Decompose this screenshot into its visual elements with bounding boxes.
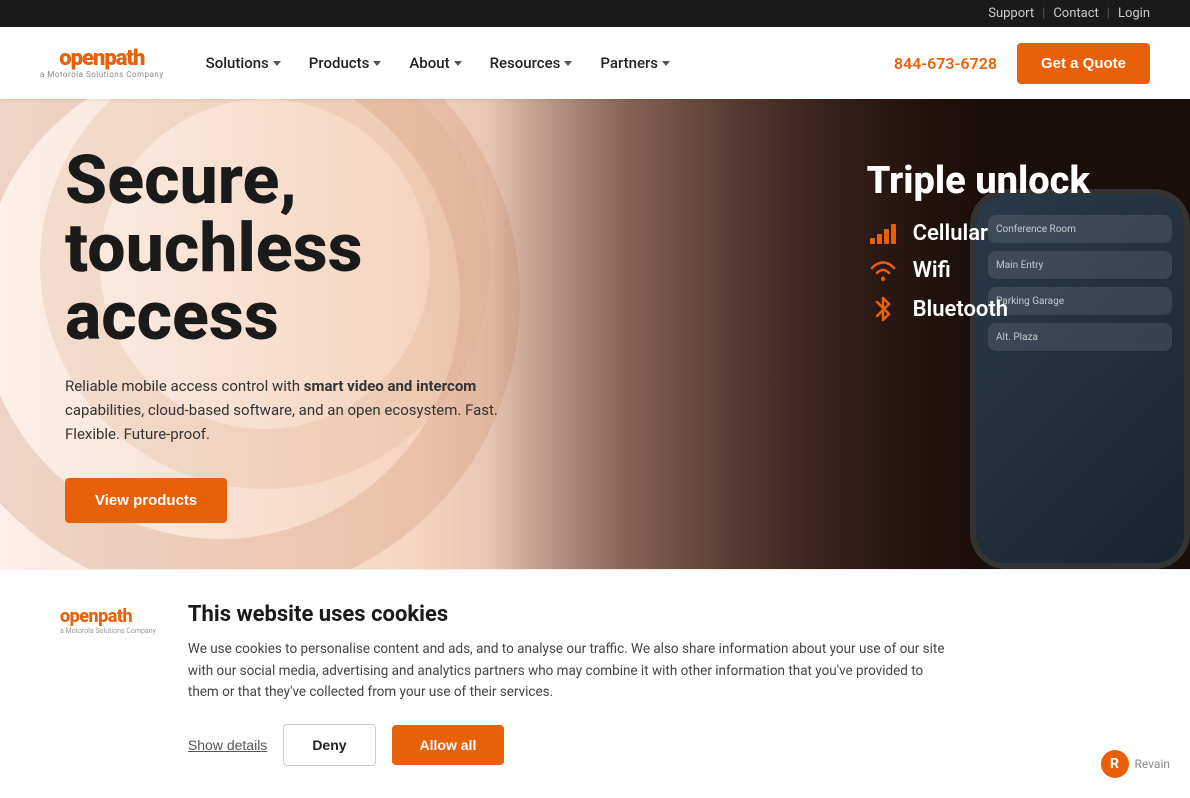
products-chevron-icon <box>373 61 381 66</box>
show-details-button[interactable]: Show details <box>188 737 267 753</box>
wifi-icon <box>867 260 899 282</box>
separator-2: | <box>1107 6 1110 21</box>
nav-right: 844-673-6728 Get a Quote <box>894 43 1150 84</box>
logo[interactable]: openpath a Motorola Solutions Company <box>40 48 164 79</box>
hero-section: Secure, touchless access Reliable mobile… <box>0 99 1190 569</box>
bluetooth-label: Bluetooth <box>913 297 1009 322</box>
logo-tagline: a Motorola Solutions Company <box>40 70 164 79</box>
unlock-wifi: Wifi <box>867 258 1090 283</box>
about-chevron-icon <box>454 61 462 66</box>
revain-icon: R <box>1101 750 1129 778</box>
triple-unlock: Triple unlock Cellular <box>867 159 1090 335</box>
cookie-banner: openpath a Motorola Solutions Company Th… <box>0 569 1190 798</box>
separator-1: | <box>1042 6 1045 21</box>
get-quote-button[interactable]: Get a Quote <box>1017 43 1150 84</box>
hero-subtitle: Reliable mobile access control with smar… <box>65 374 500 446</box>
cookie-logo-text: openpath <box>60 606 132 627</box>
unlock-cellular: Cellular <box>867 221 1090 246</box>
cookie-actions: Show details Deny Allow all <box>188 724 1130 766</box>
contact-link[interactable]: Contact <box>1053 6 1098 21</box>
wifi-label: Wifi <box>913 258 951 283</box>
cellular-icon <box>867 224 899 244</box>
hero-title: Secure, touchless access <box>65 146 500 350</box>
cookie-logo-sub: a Motorola Solutions Company <box>60 627 156 635</box>
triple-unlock-title: Triple unlock <box>867 159 1090 203</box>
nav-products[interactable]: Products <box>297 46 394 80</box>
view-products-button[interactable]: View products <box>65 478 227 523</box>
resources-chevron-icon <box>564 61 572 66</box>
cookie-body-text: We use cookies to personalise content an… <box>188 639 948 704</box>
deny-button[interactable]: Deny <box>283 724 375 766</box>
partners-chevron-icon <box>662 61 670 66</box>
unlock-bluetooth: Bluetooth <box>867 295 1090 323</box>
nav-partners[interactable]: Partners <box>588 46 682 80</box>
phone-number[interactable]: 844-673-6728 <box>894 54 997 73</box>
cookie-title: This website uses cookies <box>188 602 1130 627</box>
revain-label: Revain <box>1135 757 1170 771</box>
nav-about[interactable]: About <box>397 46 473 80</box>
revain-badge: R Revain <box>1101 750 1170 778</box>
cookie-content: This website uses cookies We use cookies… <box>188 602 1130 766</box>
nav-links: Solutions Products About Resources Partn… <box>194 46 894 80</box>
support-link[interactable]: Support <box>988 6 1034 21</box>
top-bar: Support | Contact | Login <box>0 0 1190 27</box>
bluetooth-icon <box>867 295 899 323</box>
allow-all-button[interactable]: Allow all <box>392 725 505 765</box>
cookie-logo: openpath a Motorola Solutions Company <box>60 602 156 635</box>
hero-content: Secure, touchless access Reliable mobile… <box>0 146 500 523</box>
login-link[interactable]: Login <box>1118 6 1150 21</box>
solutions-chevron-icon <box>273 61 281 66</box>
cellular-label: Cellular <box>913 221 988 246</box>
nav-solutions[interactable]: Solutions <box>194 46 293 80</box>
main-nav: openpath a Motorola Solutions Company So… <box>0 27 1190 99</box>
nav-resources[interactable]: Resources <box>478 46 585 80</box>
logo-main-text: openpath <box>59 48 144 70</box>
